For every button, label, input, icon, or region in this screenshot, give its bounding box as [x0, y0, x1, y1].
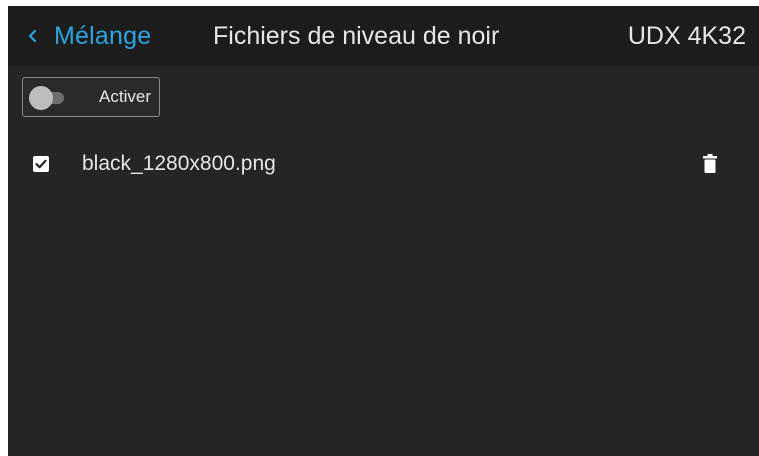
file-list-item: black_1280x800.png	[8, 144, 759, 184]
chevron-left-icon	[28, 29, 37, 43]
back-button[interactable]: Mélange	[28, 6, 151, 66]
checkbox-checked-icon[interactable]	[33, 156, 49, 172]
toggle-switch-icon	[29, 86, 67, 110]
file-name: black_1280x800.png	[82, 152, 276, 175]
activate-toggle[interactable]: Activer	[22, 77, 160, 117]
back-label: Mélange	[54, 21, 152, 50]
activate-label: Activer	[99, 87, 151, 106]
trash-icon[interactable]	[703, 154, 717, 173]
screen: Mélange Fichiers de niveau de noir UDX 4…	[8, 6, 759, 456]
header-bar: Mélange Fichiers de niveau de noir UDX 4…	[8, 6, 759, 66]
page-title: Fichiers de niveau de noir	[213, 22, 500, 50]
device-name: UDX 4K32	[627, 22, 746, 50]
